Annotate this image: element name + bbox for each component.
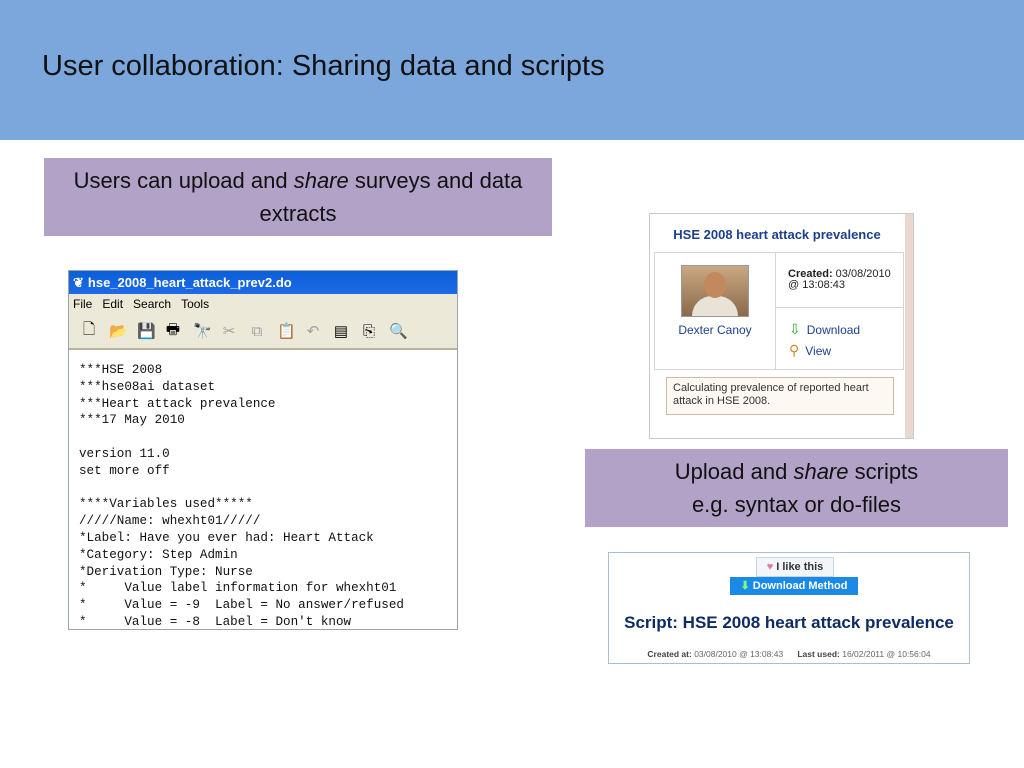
- save-icon[interactable]: 💾: [137, 322, 156, 340]
- download-arrow-icon: ⬇: [740, 580, 750, 592]
- author-link[interactable]: Dexter Canoy: [655, 323, 775, 337]
- callout1-text-pre: Users can upload and: [73, 168, 294, 193]
- undo-icon[interactable]: ↶: [305, 322, 321, 340]
- editor-menubar: File Edit Search Tools: [69, 294, 457, 314]
- callout-upload-surveys: Users can upload and share surveys and d…: [44, 158, 552, 236]
- slide-title: User collaboration: Sharing data and scr…: [42, 50, 605, 82]
- created-at-label: Created at:: [647, 649, 692, 659]
- like-label: I like this: [776, 561, 824, 573]
- code-text-area[interactable]: ***HSE 2008 ***hse08ai dataset ***Heart …: [69, 350, 457, 629]
- menu-search[interactable]: Search: [133, 294, 171, 314]
- callout-upload-scripts: Upload and share scripts e.g. syntax or …: [585, 449, 1008, 527]
- editor-toolbar: 🗋 📂 💾 🖶 🔭 ✂ ⧉ 📋 ↶ ▤ ⎘ 🔍: [69, 314, 457, 350]
- created-time: @ 13:08:43: [788, 279, 846, 291]
- paste-icon[interactable]: 📋: [277, 322, 296, 340]
- run-icon[interactable]: ⎘: [361, 323, 377, 340]
- created-at-value: 03/08/2010 @ 13:08:43: [691, 649, 784, 659]
- download-method-button[interactable]: ⬇ Download Method: [730, 577, 858, 595]
- avatar-head: [704, 272, 726, 298]
- last-used-value: 16/02/2011 @ 10:56:04: [839, 649, 931, 659]
- magnifier-icon: ⚲: [789, 342, 800, 358]
- callout2-text-pre: Upload and: [674, 459, 794, 484]
- view-link[interactable]: ⚲ View: [789, 342, 831, 359]
- new-file-icon[interactable]: 🗋: [81, 319, 97, 344]
- divider: [775, 307, 903, 308]
- download-arrow-icon: ⇩: [789, 321, 801, 337]
- dataset-card-title[interactable]: HSE 2008 heart attack prevalence: [650, 214, 904, 252]
- find-icon[interactable]: 🔭: [193, 322, 212, 340]
- print-icon[interactable]: 🖶: [165, 319, 181, 344]
- callout1-text-em: share: [293, 168, 349, 193]
- menu-tools[interactable]: Tools: [181, 294, 209, 314]
- open-folder-icon[interactable]: 📂: [109, 322, 128, 340]
- avatar[interactable]: [681, 265, 749, 317]
- download-label: Download: [806, 322, 861, 337]
- do-file-editor-window: ❦ hse_2008_heart_attack_prev2.do File Ed…: [68, 270, 458, 630]
- callout2-line2: e.g. syntax or do-files: [691, 492, 902, 517]
- created-info: Created: 03/08/2010 @ 13:08:43: [788, 269, 891, 291]
- stata-logo-icon: ❦: [73, 275, 84, 290]
- do-file-icon[interactable]: ▤: [333, 322, 349, 340]
- editor-title: hse_2008_heart_attack_prev2.do: [87, 275, 292, 290]
- card-scrollbar[interactable]: [905, 214, 913, 438]
- editor-titlebar[interactable]: ❦ hse_2008_heart_attack_prev2.do: [69, 271, 457, 294]
- script-card: ♥ I like this ⬇ Download Method Script: HS…: [608, 552, 970, 664]
- script-title: Script: HSE 2008 heart attack prevalence: [624, 613, 954, 632]
- menu-edit[interactable]: Edit: [102, 294, 123, 314]
- download-method-label: Download Method: [752, 580, 848, 592]
- callout2-text-em: share: [793, 459, 849, 484]
- avatar-shirt: [692, 296, 738, 316]
- heart-icon: ♥: [766, 561, 774, 573]
- script-meta: Created at: 03/08/2010 @ 13:08:43 Last u…: [609, 649, 969, 659]
- dataset-description: Calculating prevalence of reported heart…: [666, 377, 894, 415]
- divider: [775, 253, 776, 369]
- callout2-text-post: scripts: [848, 459, 919, 484]
- view-label: View: [805, 343, 832, 358]
- last-used-label: Last used:: [797, 649, 840, 659]
- dataset-card: HSE 2008 heart attack prevalence Dexter …: [649, 213, 914, 439]
- download-link[interactable]: ⇩ Download: [789, 321, 860, 338]
- cut-icon[interactable]: ✂: [221, 322, 237, 340]
- dataset-card-grid: Dexter Canoy Created: 03/08/2010 @ 13:08…: [654, 252, 904, 370]
- preview-icon[interactable]: 🔍: [389, 322, 408, 340]
- copy-icon[interactable]: ⧉: [249, 323, 265, 340]
- like-button[interactable]: ♥ I like this: [756, 557, 834, 577]
- menu-file[interactable]: File: [73, 294, 92, 314]
